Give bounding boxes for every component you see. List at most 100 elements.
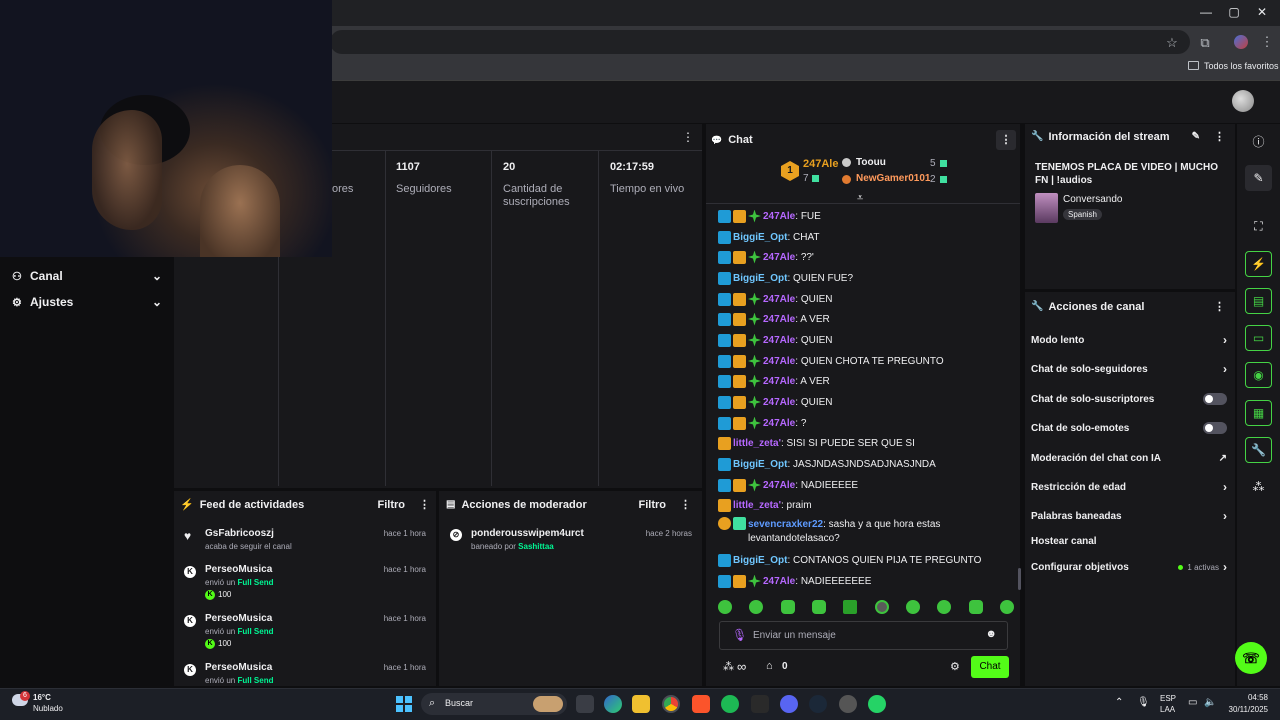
chat-username[interactable]: 247Ale: [763, 252, 795, 263]
category-thumbnail[interactable]: [1035, 193, 1058, 223]
chat-username[interactable]: 247Ale: [763, 314, 795, 325]
action-restriccion-edad[interactable]: Restricción de edad ›: [1031, 478, 1227, 496]
taskbar-search[interactable]: ⌕ Buscar: [421, 693, 567, 715]
layout-icon[interactable]: ▦: [1245, 400, 1272, 426]
star-icon[interactable]: ☆: [1163, 35, 1181, 51]
volume-icon[interactable]: 🔈: [1204, 697, 1216, 708]
emote-icon[interactable]: [749, 600, 764, 614]
points-icon[interactable]: ⁂: [723, 660, 734, 673]
microphone-icon[interactable]: 🎙: [732, 628, 747, 642]
weather-temp[interactable]: 16°C: [33, 693, 51, 702]
subs-only-toggle[interactable]: [1203, 393, 1227, 405]
user-avatar[interactable]: [1232, 90, 1254, 112]
help-support-button[interactable]: ☏: [1235, 642, 1267, 674]
emotes-only-toggle[interactable]: [1203, 422, 1227, 434]
emote-icon[interactable]: [718, 600, 732, 614]
info-icon[interactable]: ⓘ: [1245, 128, 1272, 154]
chat-username[interactable]: 247Ale: [763, 418, 795, 429]
windows-start-icon[interactable]: [396, 696, 412, 712]
file-explorer-icon[interactable]: [632, 695, 650, 713]
chat-username[interactable]: little_zeta': [733, 438, 781, 449]
action-moderacion-ia[interactable]: Moderación del chat con IA ↗: [1031, 449, 1227, 467]
emote-icon[interactable]: [811, 600, 826, 614]
feed-more-icon[interactable]: ⋮: [419, 498, 430, 511]
emote-icon[interactable]: [968, 600, 983, 614]
chrome-icon[interactable]: [662, 695, 680, 713]
extensions-icon[interactable]: ⧉: [1196, 35, 1214, 51]
task-view-icon[interactable]: [576, 695, 594, 713]
spotify-icon[interactable]: [721, 695, 739, 713]
leaderboard-third-user[interactable]: NewGamer0101: [856, 173, 931, 184]
chat-username[interactable]: 247Ale: [763, 356, 795, 367]
broadcast-icon[interactable]: ◉: [1245, 362, 1272, 388]
discord-icon[interactable]: [780, 695, 798, 713]
edit-icon[interactable]: ✎: [1192, 131, 1200, 142]
chat-username[interactable]: 247Ale: [763, 480, 795, 491]
wrench-icon[interactable]: 🔧: [1245, 437, 1272, 463]
sidebar-item-canal[interactable]: ⚇ Canal ⌄: [12, 265, 162, 287]
emote-icon[interactable]: [843, 600, 858, 614]
stream-category[interactable]: Conversando: [1063, 194, 1122, 205]
feed-user[interactable]: PerseoMusica: [205, 564, 272, 575]
profile-icon[interactable]: [1234, 35, 1248, 49]
sidebar-item-ajustes[interactable]: ⚙ Ajustes ⌄: [12, 291, 162, 313]
channel-actions-more-icon[interactable]: ⋮: [1214, 300, 1225, 313]
chat-scrollbar[interactable]: [1018, 568, 1021, 590]
close-window-button[interactable]: ✕: [1252, 5, 1272, 21]
language-code[interactable]: ESP: [1160, 694, 1176, 703]
bolt-icon[interactable]: ⚡: [1245, 251, 1272, 277]
leaderboard-second-user[interactable]: Toouu: [856, 157, 886, 168]
steam-icon[interactable]: [809, 695, 827, 713]
chat-username[interactable]: 247Ale: [763, 335, 795, 346]
mod-action-user[interactable]: ponderousswipem4urct: [471, 528, 584, 539]
minimize-button[interactable]: —: [1196, 5, 1216, 21]
chat-bubble-icon[interactable]: ▭: [1245, 325, 1272, 351]
action-modo-lento[interactable]: Modo lento ›: [1031, 331, 1227, 349]
feed-user[interactable]: PerseoMusica: [205, 662, 272, 673]
edit-icon[interactable]: ✎: [1245, 165, 1272, 191]
chat-username[interactable]: BiggiE_Opt: [733, 459, 787, 470]
all-bookmarks-link[interactable]: Todos los favoritos: [1204, 61, 1279, 71]
chat-settings-icon[interactable]: ⚙: [950, 660, 960, 673]
emote-icon[interactable]: [937, 600, 952, 614]
feed-filter-button[interactable]: Filtro: [378, 499, 406, 511]
emote-icon[interactable]: [999, 600, 1014, 614]
epic-games-icon[interactable]: [751, 695, 769, 713]
emote-icon[interactable]: [780, 600, 795, 614]
chat-input[interactable]: 🎙 Enviar un mensaje ☻: [719, 621, 1008, 650]
chat-send-button[interactable]: Chat: [971, 656, 1009, 678]
chat-more-icon[interactable]: ⋮: [996, 130, 1016, 150]
chat-username[interactable]: BiggiE_Opt: [733, 273, 787, 284]
network-icon[interactable]: ▭: [1188, 697, 1197, 708]
brave-icon[interactable]: [692, 695, 710, 713]
chat-username[interactable]: 247Ale: [763, 397, 795, 408]
chat-username[interactable]: 247Ale: [763, 576, 795, 587]
points-icon[interactable]: ⁂: [1245, 474, 1272, 500]
feed-user[interactable]: PerseoMusica: [205, 613, 272, 624]
feed-user[interactable]: GsFabricooszj: [205, 528, 274, 539]
chat-username[interactable]: sevencraxker22: [748, 519, 823, 530]
microphone-icon[interactable]: 🎙: [1137, 697, 1150, 708]
stats-more-icon[interactable]: ⋮: [682, 130, 694, 144]
clock-time[interactable]: 04:58: [1228, 693, 1268, 702]
chat-username[interactable]: BiggiE_Opt: [733, 232, 787, 243]
action-hostear-canal[interactable]: Hostear canal: [1031, 532, 1227, 550]
document-icon[interactable]: ▤: [1245, 288, 1272, 314]
expand-icon[interactable]: ⛶: [1245, 213, 1272, 239]
chat-username[interactable]: 247Ale: [763, 211, 795, 222]
chat-username[interactable]: 247Ale: [763, 294, 795, 305]
action-configurar-objetivos[interactable]: Configurar objetivos 1 activas ›: [1031, 558, 1227, 576]
action-solo-seguidores[interactable]: Chat de solo-seguidores ›: [1031, 360, 1227, 378]
address-bar[interactable]: [330, 30, 1190, 54]
app-icon[interactable]: [839, 695, 857, 713]
chat-username[interactable]: BiggiE_Opt: [733, 555, 787, 566]
more-vert-icon[interactable]: ⋮: [1258, 34, 1276, 50]
chevron-up-icon[interactable]: ⌃: [1115, 697, 1123, 708]
mod-action-by[interactable]: Sashittaa: [518, 542, 554, 551]
chat-username[interactable]: little_zeta': [733, 500, 781, 511]
store-icon[interactable]: ⌂: [766, 660, 773, 672]
emote-icon[interactable]: [874, 600, 889, 614]
whatsapp-icon[interactable]: [868, 695, 886, 713]
leaderboard-first-user[interactable]: 247Ale: [803, 158, 838, 170]
mod-filter-button[interactable]: Filtro: [639, 499, 667, 511]
